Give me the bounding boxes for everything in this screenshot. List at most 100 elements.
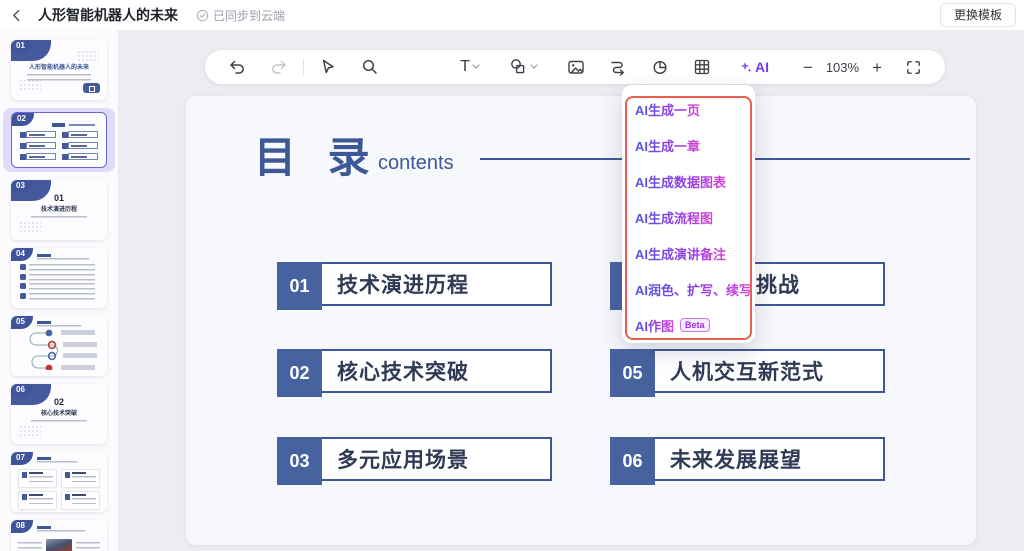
search-icon [360, 57, 380, 77]
slide-thumbnail-8[interactable]: 08 [11, 520, 107, 551]
ai-menu-item-generate-chapter[interactable]: AI生成一章 [635, 127, 749, 163]
slide-thumbnail-3[interactable]: 03 01 技术演进历程 [11, 180, 107, 240]
beta-badge: Beta [680, 318, 710, 333]
ai-dropdown-menu: AI生成一页 AI生成一章 AI生成数据图表 AI生成流程图 AI生成演讲备注 … [622, 85, 755, 343]
select-tool-button[interactable] [314, 53, 342, 81]
redo-icon [269, 57, 289, 77]
connector-tool-button[interactable] [604, 53, 632, 81]
thumb-photo [46, 539, 72, 551]
table-tool-button[interactable] [688, 53, 716, 81]
dot-pattern [19, 79, 41, 92]
toc-item-number: 03 [277, 437, 322, 485]
zoom-level: 103% [826, 60, 859, 75]
top-bar: 人形智能机器人的未来 已同步到云端 更换模板 [0, 0, 1024, 30]
redo-button[interactable] [265, 53, 293, 81]
toc-item-label: 核心技术突破 [337, 349, 469, 393]
slide-thumbnail-1[interactable]: 01 人形智能机器人的未来 [11, 40, 107, 100]
text-tool-label: T [460, 58, 470, 76]
zoom-in-button[interactable]: + [869, 59, 885, 76]
undo-button[interactable] [223, 53, 251, 81]
dot-pattern [77, 50, 99, 63]
toolbar-divider [303, 59, 304, 75]
undo-icon [227, 57, 247, 77]
shape-tool-button[interactable] [508, 53, 538, 81]
thumb-title-lines [37, 321, 107, 328]
slide-canvas[interactable]: 目 录 contents 01 技术演进历程 02 核心技术突破 03 多元应用… [186, 96, 976, 545]
text-tool-button[interactable]: T [456, 53, 484, 81]
ai-tool-button[interactable]: AI [740, 59, 769, 75]
ai-menu-item-generate-chart[interactable]: AI生成数据图表 [635, 163, 749, 199]
ai-menu-item-draw[interactable]: AI作图Beta [635, 307, 749, 343]
selected-thumbnail-highlight: 02 [3, 108, 115, 172]
thumb-contents-grid [12, 131, 106, 160]
slide-number-badge: 08 [11, 520, 33, 533]
slide-thumbnail-7[interactable]: 07 [11, 452, 107, 512]
sync-status: 已同步到云端 [196, 7, 285, 24]
toc-item-label: 人机交互新范式 [670, 349, 824, 393]
table-grid-icon [692, 57, 712, 77]
search-button[interactable] [356, 53, 384, 81]
back-button[interactable] [0, 0, 34, 30]
thumb-section-title: 技术演进历程 [11, 204, 107, 213]
dot-pattern [19, 425, 41, 438]
toc-item-05[interactable]: 05 人机交互新范式 [610, 349, 885, 397]
ai-menu-item-generate-page[interactable]: AI生成一页 [635, 91, 749, 127]
thumb-list-row [20, 264, 107, 271]
slide-thumbnail-4[interactable]: 04 [11, 248, 107, 308]
fullscreen-button[interactable] [899, 53, 927, 81]
thumb-photo-layout [11, 536, 107, 551]
change-template-button[interactable]: 更换模板 [940, 3, 1016, 27]
slide-number-badge: 04 [11, 248, 33, 261]
thumb-contents-header [22, 123, 106, 127]
ai-menu-item-generate-speaker-notes[interactable]: AI生成演讲备注 [635, 235, 749, 271]
thumb-list-row [20, 293, 107, 300]
chart-tool-button[interactable] [646, 53, 674, 81]
slide-thumbnail-6[interactable]: 06 02 核心技术突破 [11, 384, 107, 444]
dot-pattern [19, 221, 41, 234]
image-tool-button[interactable] [562, 53, 590, 81]
ai-menu-item-generate-flowchart[interactable]: AI生成流程图 [635, 199, 749, 235]
chevron-down-icon [472, 64, 480, 70]
ai-menu-item-polish-expand-continue[interactable]: AI润色、扩写、续写 [635, 271, 749, 307]
thumb-list-row [20, 283, 107, 290]
ai-tool-label: AI [755, 59, 769, 75]
slide-thumbnail-5[interactable]: 05 [11, 316, 107, 376]
slide-number-badge: 07 [11, 452, 33, 465]
thumb-list-row [20, 274, 107, 281]
presentation-editor: 人形智能机器人的未来 已同步到云端 更换模板 01 人形智能机器人的未来 02 [0, 0, 1024, 551]
text-line-group [31, 216, 87, 219]
toc-item-02[interactable]: 02 核心技术突破 [277, 349, 552, 397]
connector-icon [608, 57, 628, 77]
sync-status-label: 已同步到云端 [213, 7, 285, 24]
slide-thumbnail-2-selected[interactable]: 02 [11, 112, 107, 168]
slide-subtitle[interactable]: contents [378, 152, 454, 175]
thumb-button-shape [83, 83, 100, 93]
slide-thumbnail-panel: 01 人形智能机器人的未来 02 [0, 30, 118, 551]
text-line-group [31, 420, 87, 423]
chevron-left-icon [9, 7, 25, 23]
thumb-title-lines [37, 254, 107, 261]
editor-toolbar: T AI − 103% + [205, 50, 945, 84]
toc-item-01[interactable]: 01 技术演进历程 [277, 262, 552, 310]
fullscreen-icon [904, 58, 923, 77]
toc-item-label: 未来发展展望 [670, 437, 802, 481]
shapes-icon [508, 57, 528, 77]
thumb-title-lines [37, 526, 107, 533]
document-title: 人形智能机器人的未来 [38, 5, 178, 25]
sparkle-icon [740, 61, 752, 73]
image-icon [566, 57, 586, 77]
toc-item-number: 02 [277, 349, 322, 397]
slide-title[interactable]: 目 录 [254, 124, 380, 185]
thumb-title-lines [37, 457, 107, 464]
thumb-flow-diagram [19, 328, 107, 370]
toc-item-label: 多元应用场景 [337, 437, 469, 481]
zoom-out-button[interactable]: − [800, 59, 816, 76]
check-circle-icon [196, 9, 209, 22]
toc-item-number: 01 [277, 262, 322, 310]
toc-item-06[interactable]: 06 未来发展展望 [610, 437, 885, 485]
chevron-down-icon [530, 64, 538, 70]
thumb-section-title: 核心技术突破 [11, 408, 107, 417]
toc-item-number: 05 [610, 349, 655, 397]
toc-item-03[interactable]: 03 多元应用场景 [277, 437, 552, 485]
toc-item-number: 06 [610, 437, 655, 485]
